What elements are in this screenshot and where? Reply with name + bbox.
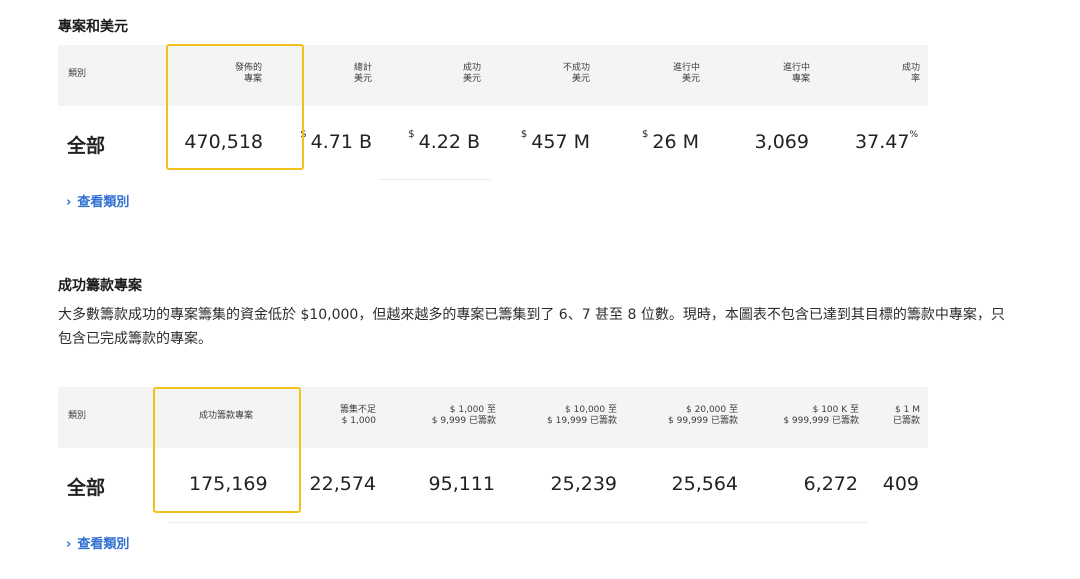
- value-10k-range: 25,239: [550, 473, 617, 495]
- header-live: 進行中 美元: [672, 63, 700, 84]
- currency-symbol: $: [520, 129, 528, 140]
- chevron-right-icon: ›: [66, 195, 72, 210]
- value-success: $4.22 B: [408, 129, 480, 153]
- header-100k-range: $ 100 K 至 $ 999,999 已籌款: [783, 405, 859, 426]
- value-live-projects: 3,069: [754, 131, 809, 153]
- value-20k-range: 25,564: [671, 473, 738, 495]
- row-label: 全部: [67, 477, 106, 499]
- header-success: 成功 美元: [462, 63, 481, 84]
- percent-sign: %: [909, 130, 918, 140]
- header-under-1k: 籌集不足 $ 1,000: [339, 405, 376, 426]
- header-10k-range: $ 10,000 至 $ 19,999 已籌款: [547, 405, 617, 426]
- value-100k-range: 6,272: [803, 473, 858, 495]
- value-total: $4.71 B: [300, 129, 372, 153]
- view-categories-label: 查看類別: [77, 195, 130, 210]
- section-description: 大多數籌款成功的專案籌集的資金低於 $10,000，但越來越多的專案已籌集到了 …: [58, 307, 1005, 347]
- value-success-text: 4.22 B: [418, 131, 480, 153]
- header-category: 類別: [68, 69, 87, 79]
- row-divider: [168, 522, 868, 523]
- value-fail-text: 457 M: [531, 131, 590, 153]
- header-category: 類別: [68, 411, 87, 421]
- header-fail: 不成功 美元: [562, 63, 590, 84]
- row-label: 全部: [67, 135, 106, 157]
- view-categories-link[interactable]: › 查看類別: [66, 533, 129, 552]
- header-20k-range: $ 20,000 至 $ 99,999 已籌款: [668, 405, 738, 426]
- currency-symbol: $: [642, 129, 649, 140]
- header-rate: 成功 率: [901, 63, 920, 84]
- value-live: $26 M: [642, 129, 699, 153]
- value-rate-text: 37.47: [855, 131, 910, 153]
- highlight-box-launched: [166, 44, 304, 170]
- header-1m: $ 1 M 已籌款: [892, 405, 920, 426]
- value-1k-range: 95,111: [428, 473, 495, 495]
- view-categories-link[interactable]: › 查看類別: [66, 191, 129, 210]
- currency-symbol: $: [408, 129, 415, 140]
- section-title-projects-dollars: 專案和美元: [58, 19, 128, 35]
- section-title-funded-projects: 成功籌款專案: [58, 278, 142, 294]
- value-total-text: 4.71 B: [310, 131, 372, 153]
- header-total: 總計 美元: [353, 63, 372, 84]
- chevron-right-icon: ›: [66, 537, 72, 552]
- row-divider: [378, 179, 492, 180]
- highlight-box-funded: [153, 387, 301, 513]
- value-rate: 37.47%: [855, 130, 918, 153]
- header-1k-range: $ 1,000 至 $ 9,999 已籌款: [431, 405, 496, 426]
- value-1m: 409: [882, 473, 919, 495]
- header-live-projects: 進行中 專案: [782, 63, 810, 84]
- value-under-1k: 22,574: [309, 473, 376, 495]
- value-live-text: 26 M: [652, 131, 699, 153]
- value-fail: $457 M: [520, 129, 590, 153]
- view-categories-label: 查看類別: [77, 537, 130, 552]
